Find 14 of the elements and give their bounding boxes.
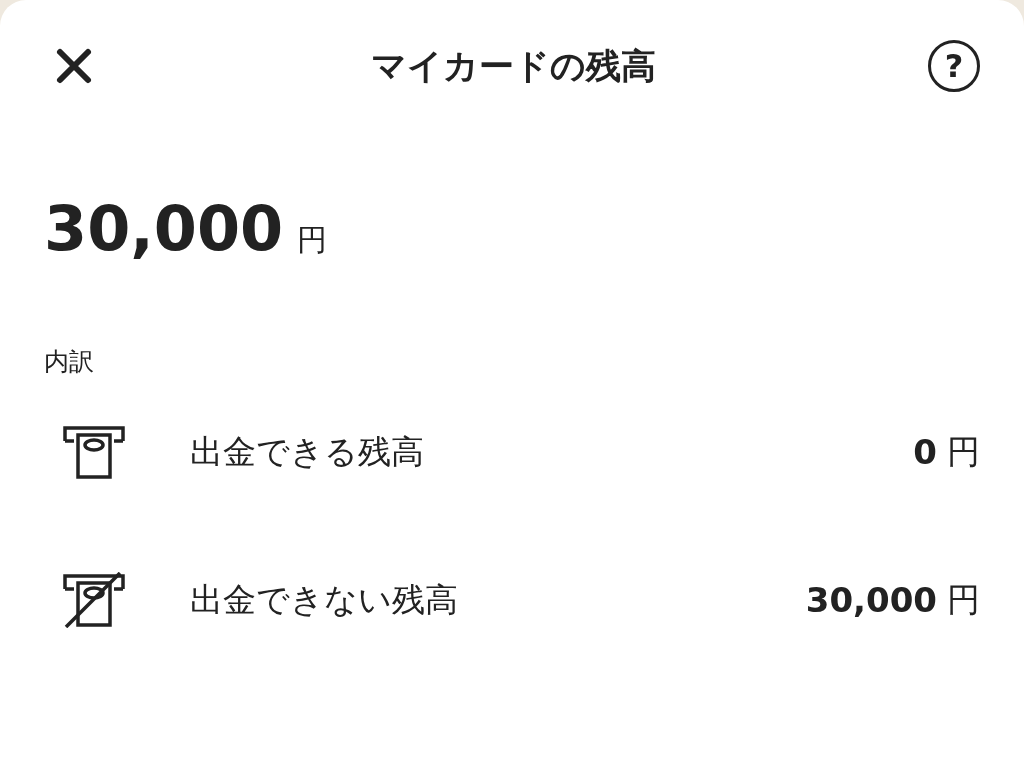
currency-unit: 円 — [947, 578, 980, 621]
section-label: 内訳 — [44, 346, 95, 378]
balance-amount: 30,000 — [44, 192, 284, 265]
atm-icon — [62, 424, 126, 480]
currency-unit: 円 — [947, 430, 980, 473]
close-icon — [54, 46, 94, 86]
help-button[interactable]: ? — [928, 40, 980, 92]
row-label: 出金できる残高 — [190, 430, 425, 473]
currency-unit: 円 — [297, 221, 328, 259]
atm-crossed-icon — [62, 572, 126, 628]
row-amount: 30,000 — [805, 580, 937, 620]
screen-title: マイカードの残高 — [370, 44, 656, 88]
row-label: 出金できない残高 — [190, 578, 459, 621]
row-amount: 0 — [913, 432, 937, 472]
